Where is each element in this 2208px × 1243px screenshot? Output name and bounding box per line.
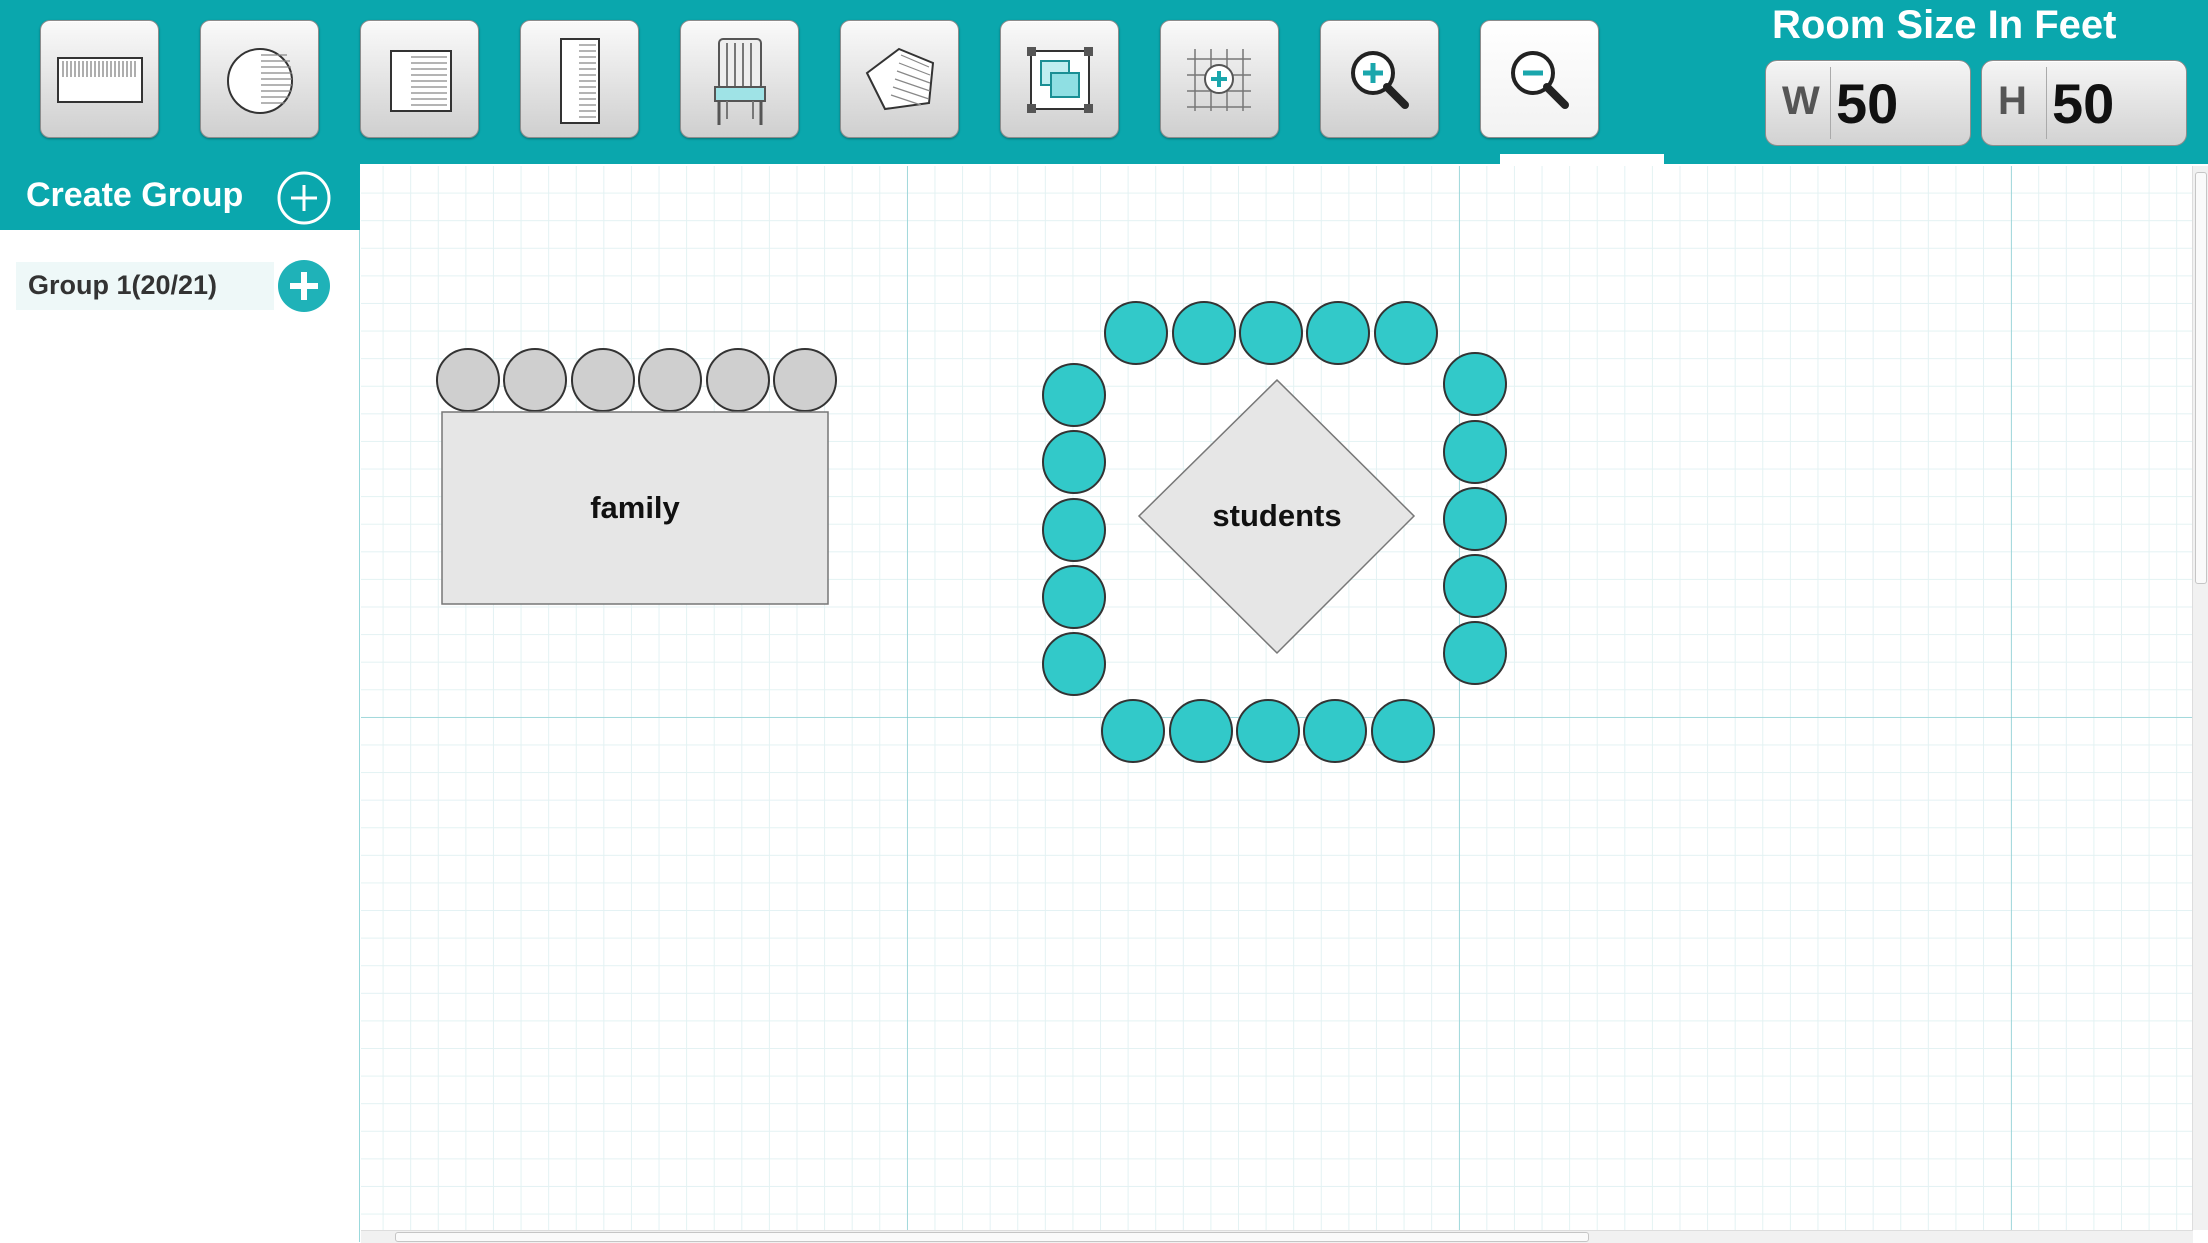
seat[interactable] (503, 348, 567, 412)
horizontal-scrollbar[interactable] (361, 1230, 2193, 1243)
seat[interactable] (1042, 430, 1106, 494)
rectangle-table-tool[interactable] (40, 20, 159, 138)
seat[interactable] (1042, 565, 1106, 629)
room-size-title: Room Size In Feet (1772, 3, 2117, 47)
room-height-field[interactable]: H 50 (1981, 60, 2187, 146)
seat[interactable] (1443, 420, 1507, 484)
seat[interactable] (773, 348, 837, 412)
seat[interactable] (1303, 699, 1367, 763)
square-table-icon (390, 50, 452, 112)
round-table-icon (227, 48, 293, 114)
seat[interactable] (706, 348, 770, 412)
family-table-label: family (590, 490, 680, 525)
square-table-tool[interactable] (360, 20, 479, 138)
seat[interactable] (1042, 632, 1106, 696)
vertical-scrollbar[interactable] (2192, 166, 2208, 1230)
zoom-out-icon (1511, 51, 1569, 109)
seat[interactable] (1443, 621, 1507, 685)
height-separator (2046, 67, 2047, 139)
seat[interactable] (1042, 363, 1106, 427)
chair-tool[interactable] (680, 20, 799, 138)
toolbar: Room Size In Feet W 50 H 50 (0, 0, 2208, 170)
long-table-tool[interactable] (520, 20, 639, 138)
seat[interactable] (1101, 699, 1165, 763)
seat[interactable] (436, 348, 500, 412)
chair-icon (714, 38, 766, 125)
seat[interactable] (1374, 301, 1438, 365)
seat[interactable] (1104, 301, 1168, 365)
seat[interactable] (1443, 554, 1507, 618)
fit-to-screen-tool[interactable] (1000, 20, 1119, 138)
seat[interactable] (1239, 301, 1303, 365)
create-group-header[interactable]: Create Group (0, 164, 360, 230)
seat[interactable] (571, 348, 635, 412)
rect-table-icon (57, 57, 143, 103)
height-value[interactable]: 50 (2052, 71, 2114, 136)
seat[interactable] (1371, 699, 1435, 763)
width-label: W (1782, 79, 1820, 123)
width-value[interactable]: 50 (1836, 71, 1898, 136)
floor-plan-drawing: family students (436, 301, 1507, 763)
fit-screen-icon (1027, 47, 1093, 113)
polygon-table-tool[interactable] (840, 20, 959, 138)
room-width-field[interactable]: W 50 (1765, 60, 1971, 146)
group-item[interactable]: Group 1(20/21) (16, 262, 274, 310)
seat[interactable] (1172, 301, 1236, 365)
floor-plan-canvas[interactable]: family students (361, 166, 2193, 1230)
grid-add-tool[interactable] (1160, 20, 1279, 138)
height-label: H (1998, 79, 2027, 123)
create-group-label: Create Group (26, 176, 244, 214)
zoom-out-tool[interactable] (1480, 20, 1599, 138)
plus-circle-icon[interactable] (276, 170, 332, 226)
seat[interactable] (1443, 487, 1507, 551)
zoom-in-icon (1351, 51, 1409, 109)
seat[interactable] (1169, 699, 1233, 763)
grid-add-icon (1187, 49, 1251, 111)
round-table-tool[interactable] (200, 20, 319, 138)
seat[interactable] (1443, 352, 1507, 416)
vertical-scrollbar-thumb[interactable] (2195, 172, 2207, 584)
group-item-label: Group 1(20/21) (28, 270, 218, 300)
zoom-in-tool[interactable] (1320, 20, 1439, 138)
seat[interactable] (1042, 498, 1106, 562)
family-seats (436, 348, 837, 412)
seat[interactable] (1306, 301, 1370, 365)
sidebar: Create Group Group 1(20/21) (0, 164, 360, 1242)
add-to-group-icon[interactable] (276, 258, 332, 314)
width-separator (1830, 67, 1831, 139)
seat[interactable] (1236, 699, 1300, 763)
horizontal-scrollbar-thumb[interactable] (395, 1232, 1589, 1242)
seat[interactable] (638, 348, 702, 412)
pentagon-table-icon (865, 47, 935, 111)
long-table-icon (560, 38, 600, 124)
students-table-label: students (1212, 498, 1341, 533)
